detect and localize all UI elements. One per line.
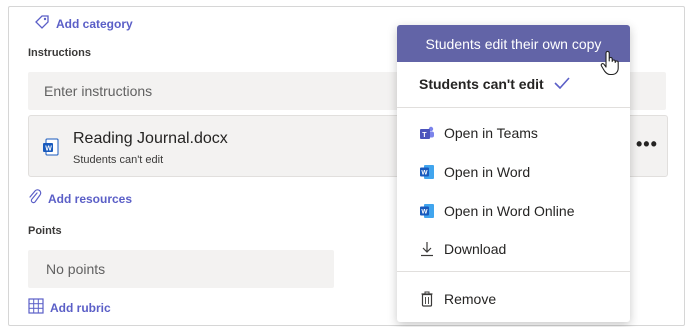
points-value: No points xyxy=(46,261,106,277)
menu-item-open-in-word-online-label: Open in Word Online xyxy=(444,203,575,219)
more-options-icon[interactable]: ••• xyxy=(636,135,658,153)
menu-item-download-label: Download xyxy=(444,241,507,257)
word-online-icon: W xyxy=(419,203,435,219)
word-doc-icon: W xyxy=(43,138,59,161)
menu-item-remove-label: Remove xyxy=(444,291,497,307)
svg-text:W: W xyxy=(421,209,428,216)
resource-context-menu: Students edit their own copy Students ca… xyxy=(397,25,630,322)
add-resources-link[interactable]: Add resources xyxy=(28,189,132,208)
teams-icon: T xyxy=(419,125,435,141)
menu-item-open-in-word-online[interactable]: W Open in Word Online xyxy=(397,196,630,226)
menu-item-remove[interactable]: Remove xyxy=(397,284,630,314)
paperclip-icon xyxy=(28,189,42,208)
points-label: Points xyxy=(28,225,62,237)
word-icon: W xyxy=(419,164,435,180)
menu-item-open-in-word[interactable]: W Open in Word xyxy=(397,157,630,187)
points-input[interactable]: No points xyxy=(28,250,334,288)
tag-icon xyxy=(34,14,50,33)
resource-file-name: Reading Journal.docx xyxy=(73,130,228,147)
download-icon xyxy=(419,241,435,257)
menu-item-open-in-word-label: Open in Word xyxy=(444,164,531,180)
svg-text:W: W xyxy=(45,146,52,153)
menu-item-download[interactable]: Download xyxy=(397,234,630,264)
menu-item-students-cant-edit[interactable]: Students can't edit xyxy=(397,69,630,99)
instructions-placeholder: Enter instructions xyxy=(44,83,153,99)
menu-item-students-edit-copy[interactable]: Students edit their own copy xyxy=(397,25,630,62)
hand-cursor-icon xyxy=(600,50,620,81)
menu-item-open-in-teams[interactable]: T Open in Teams xyxy=(397,118,630,148)
add-rubric-label: Add rubric xyxy=(50,300,111,315)
checkmark-icon xyxy=(554,76,570,92)
add-category-link[interactable]: Add category xyxy=(34,14,133,33)
menu-separator xyxy=(397,107,630,108)
grid-icon xyxy=(28,298,44,317)
add-category-label: Add category xyxy=(56,16,133,31)
menu-separator xyxy=(397,271,630,272)
trash-icon xyxy=(419,291,435,307)
menu-item-open-in-teams-label: Open in Teams xyxy=(444,125,538,141)
svg-text:W: W xyxy=(421,170,428,177)
add-resources-label: Add resources xyxy=(48,191,133,206)
add-rubric-link[interactable]: Add rubric xyxy=(28,298,111,317)
menu-item-students-edit-copy-label: Students edit their own copy xyxy=(425,35,602,52)
menu-item-students-cant-edit-label: Students can't edit xyxy=(419,76,544,92)
resource-permission: Students can't edit xyxy=(73,154,164,166)
instructions-label: Instructions xyxy=(28,47,91,59)
svg-text:T: T xyxy=(422,132,427,139)
